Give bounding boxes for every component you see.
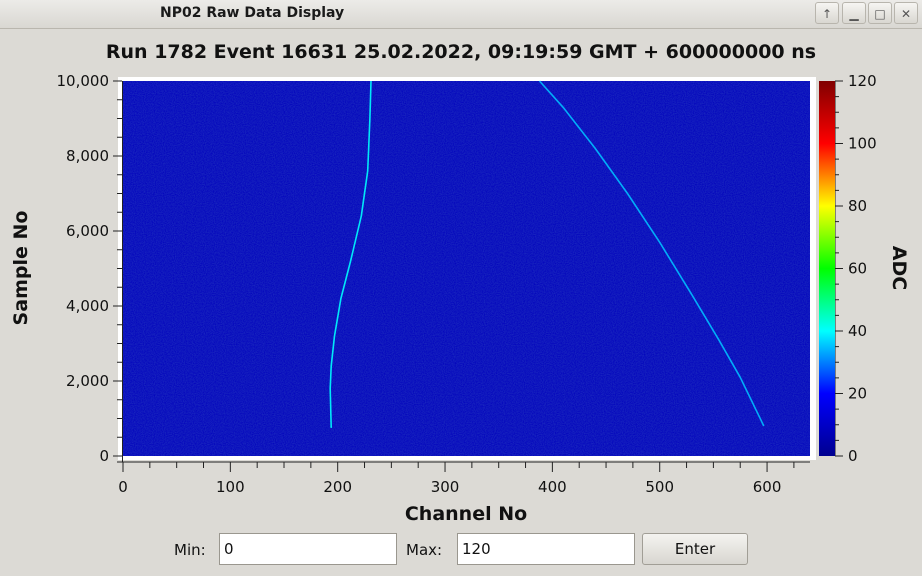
x-tick-label: 500 [645,478,674,496]
colorbar-tick-label: 80 [848,197,867,215]
x-tick-label: 0 [118,478,128,496]
colorbar-tick-label: 60 [848,260,867,278]
x-tick-label: 600 [753,478,782,496]
colorbar-tick-label: 0 [848,447,858,465]
y-axis-label: Sample No [10,211,32,326]
x-tick-label: 200 [323,478,352,496]
x-tick-label: 400 [538,478,567,496]
colorbar [819,81,835,456]
y-tick-label: 4,000 [66,297,109,315]
max-label: Max: [406,541,443,559]
min-input[interactable] [219,533,397,565]
y-tick-label: 2,000 [66,372,109,390]
y-tick-label: 10,000 [57,72,110,90]
min-label: Min: [174,541,206,559]
colorbar-tick-label: 100 [848,135,877,153]
colorbar-label: ADC [888,246,910,290]
x-axis-label: Channel No [405,503,527,525]
y-tick-label: 6,000 [66,222,109,240]
y-tick-label: 8,000 [66,147,109,165]
x-tick-label: 100 [216,478,245,496]
max-input[interactable] [457,533,635,565]
heatmap-noise [123,81,810,456]
y-tick-label: 0 [99,447,109,465]
colorbar-tick-label: 40 [848,322,867,340]
colorbar-tick-label: 20 [848,385,867,403]
heatmap-area [123,81,810,456]
enter-button[interactable]: Enter [642,533,748,565]
heatmap-chart: 0 20 40 60 80 100 120 0 2,000 4,000 6,000 8,000 10,0… [10,72,910,525]
x-tick-label: 300 [431,478,460,496]
colorbar-tick-label: 120 [848,72,877,90]
